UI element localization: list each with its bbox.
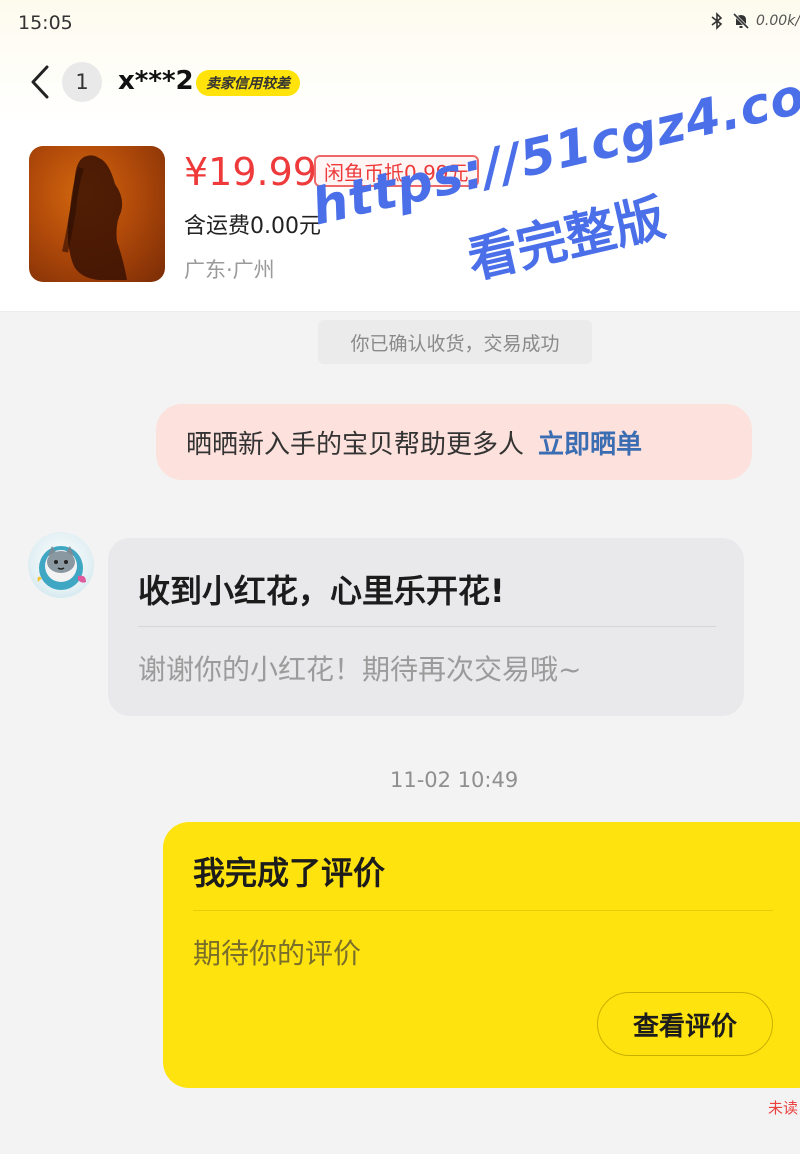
review-card-title: 我完成了评价 bbox=[193, 854, 386, 892]
view-review-button[interactable]: 查看评价 bbox=[597, 992, 773, 1056]
chat-header: 1 x***2 卖家信用较差 bbox=[0, 56, 800, 110]
product-price: ¥19.99 bbox=[184, 150, 317, 194]
product-location: 广东·广州 bbox=[184, 258, 275, 282]
bluetooth-icon bbox=[708, 12, 726, 30]
read-status: 未读 bbox=[768, 1099, 799, 1117]
unread-count-badge: 1 bbox=[62, 62, 102, 102]
share-banner-text: 晒晒新入手的宝贝帮助更多人 bbox=[186, 429, 525, 460]
chevron-left-icon bbox=[31, 65, 49, 99]
back-button[interactable] bbox=[24, 64, 56, 100]
product-card[interactable]: ¥19.99 闲鱼币抵0.99元 含运费0.00元 广东·广州 bbox=[0, 146, 800, 286]
mute-icon bbox=[732, 12, 750, 30]
message-timestamp: 11-02 10:49 bbox=[390, 768, 519, 792]
product-image[interactable] bbox=[29, 146, 165, 282]
status-icons: 0.00k/ bbox=[708, 12, 800, 30]
credit-badge: 卖家信用较差 bbox=[196, 70, 300, 96]
flower-card-title: 收到小红花，心里乐开花! bbox=[138, 572, 505, 610]
flower-card-subtitle: 谢谢你的小红花！期待再次交易哦~ bbox=[138, 653, 582, 686]
status-time: 15:05 bbox=[18, 12, 73, 34]
network-speed: 0.00k/ bbox=[756, 13, 800, 29]
coin-deduction-tag: 闲鱼币抵0.99元 bbox=[314, 155, 479, 187]
top-section: 15:05 0.00k/ 1 x***2 卖家信用较差 ¥19.99 闲鱼币抵0… bbox=[0, 0, 800, 312]
status-bar: 15:05 0.00k/ bbox=[0, 0, 800, 44]
flower-message-card[interactable]: 收到小红花，心里乐开花! 谢谢你的小红花！期待再次交易哦~ bbox=[108, 538, 744, 716]
divider bbox=[193, 910, 773, 911]
shipping-fee: 含运费0.00元 bbox=[184, 214, 321, 239]
seller-name[interactable]: x***2 bbox=[118, 66, 194, 96]
avatar[interactable] bbox=[28, 532, 94, 598]
system-message: 你已确认收货，交易成功 bbox=[318, 320, 592, 364]
review-card-subtitle: 期待你的评价 bbox=[193, 937, 362, 970]
divider bbox=[138, 626, 716, 627]
share-now-link[interactable]: 立即晒单 bbox=[538, 424, 642, 461]
share-banner[interactable]: 晒晒新入手的宝贝帮助更多人 立即晒单 bbox=[156, 404, 752, 480]
review-message-card[interactable]: 我完成了评价 期待你的评价 查看评价 bbox=[163, 822, 800, 1088]
